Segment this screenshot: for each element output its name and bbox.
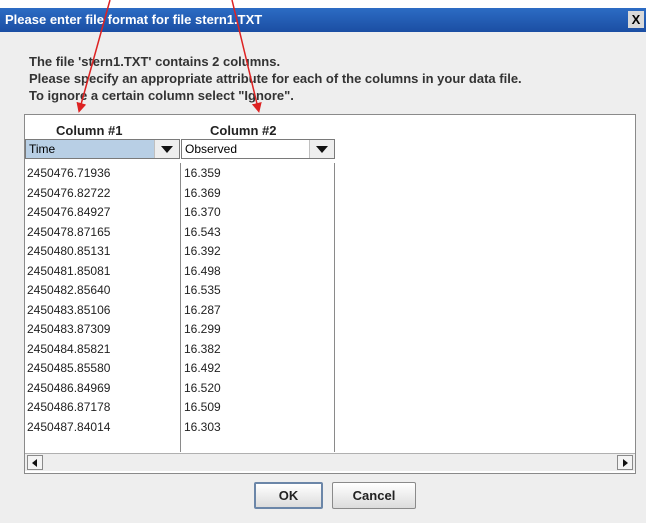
table-cell: 2450476.82722 bbox=[27, 185, 111, 200]
table-cell: 2450484.85821 bbox=[27, 341, 111, 356]
close-icon[interactable]: X bbox=[628, 11, 644, 28]
table-cell: 2450476.84927 bbox=[27, 205, 111, 219]
table-cell: 16.535 bbox=[184, 283, 221, 297]
table-cell: 16.370 bbox=[184, 205, 221, 219]
chevron-down-icon[interactable] bbox=[309, 140, 334, 158]
table-cell: 16.369 bbox=[184, 185, 221, 200]
horizontal-scrollbar[interactable] bbox=[25, 453, 635, 471]
cancel-button[interactable]: Cancel bbox=[332, 482, 416, 509]
table-cell: 16.520 bbox=[184, 380, 221, 395]
table-cell: 2450480.85131 bbox=[27, 244, 111, 258]
table-cell: 16.299 bbox=[184, 322, 221, 336]
column-2-header: Column #2 bbox=[210, 123, 277, 138]
table-cell: 2450481.85081 bbox=[27, 263, 111, 278]
message-line-2: Please specify an appropriate attribute … bbox=[29, 71, 522, 86]
column-2-selected-value: Observed bbox=[185, 142, 238, 156]
table-cell: 16.543 bbox=[184, 224, 221, 239]
column-1-attribute-select[interactable]: Time bbox=[25, 139, 180, 159]
scroll-right-arrow-icon[interactable] bbox=[617, 455, 633, 470]
table-cell: 16.287 bbox=[184, 302, 221, 317]
table-cell: 16.392 bbox=[184, 244, 221, 258]
table-cell: 16.498 bbox=[184, 263, 221, 278]
dialog-title: Please enter file format for file stern1… bbox=[5, 12, 263, 27]
table-cell: 2450482.85640 bbox=[27, 283, 111, 297]
title-bar[interactable]: Please enter file format for file stern1… bbox=[0, 8, 646, 32]
table-cell: 16.492 bbox=[184, 361, 221, 375]
table-cell: 2450485.85580 bbox=[27, 361, 111, 375]
table-cell: 16.359 bbox=[184, 166, 221, 180]
table-cell: 2450476.71936 bbox=[27, 166, 111, 180]
table-cell: 2450478.87165 bbox=[27, 224, 111, 239]
column-mapping-panel: Column #1 Column #2 Time Observed 245047… bbox=[24, 114, 636, 474]
scroll-left-arrow-icon[interactable] bbox=[27, 455, 43, 470]
column-1-selected-value: Time bbox=[29, 142, 56, 156]
table-cell: 2450486.87178 bbox=[27, 400, 111, 414]
column-2-attribute-select[interactable]: Observed bbox=[181, 139, 335, 159]
ok-button[interactable]: OK bbox=[254, 482, 323, 509]
message-line-1: The file 'stern1.TXT' contains 2 columns… bbox=[29, 54, 281, 69]
data-preview-table: 2450476.71936 16.359 2450476.82722 16.369 24… bbox=[25, 163, 335, 452]
table-cell: 16.303 bbox=[184, 419, 221, 434]
table-cell: 2450483.87309 bbox=[27, 322, 111, 336]
message-line-3: To ignore a certain column select "Ignor… bbox=[29, 88, 294, 103]
table-cell: 2450487.84014 bbox=[27, 419, 111, 434]
table-cell: 16.509 bbox=[184, 400, 221, 414]
table-cell: 16.382 bbox=[184, 341, 221, 356]
column-1-header: Column #1 bbox=[56, 123, 123, 138]
table-cell: 2450483.85106 bbox=[27, 302, 111, 317]
file-format-dialog: Please enter file format for file stern1… bbox=[0, 8, 646, 523]
table-cell: 2450486.84969 bbox=[27, 380, 111, 395]
column-divider bbox=[180, 163, 181, 452]
chevron-down-icon[interactable] bbox=[154, 140, 179, 158]
